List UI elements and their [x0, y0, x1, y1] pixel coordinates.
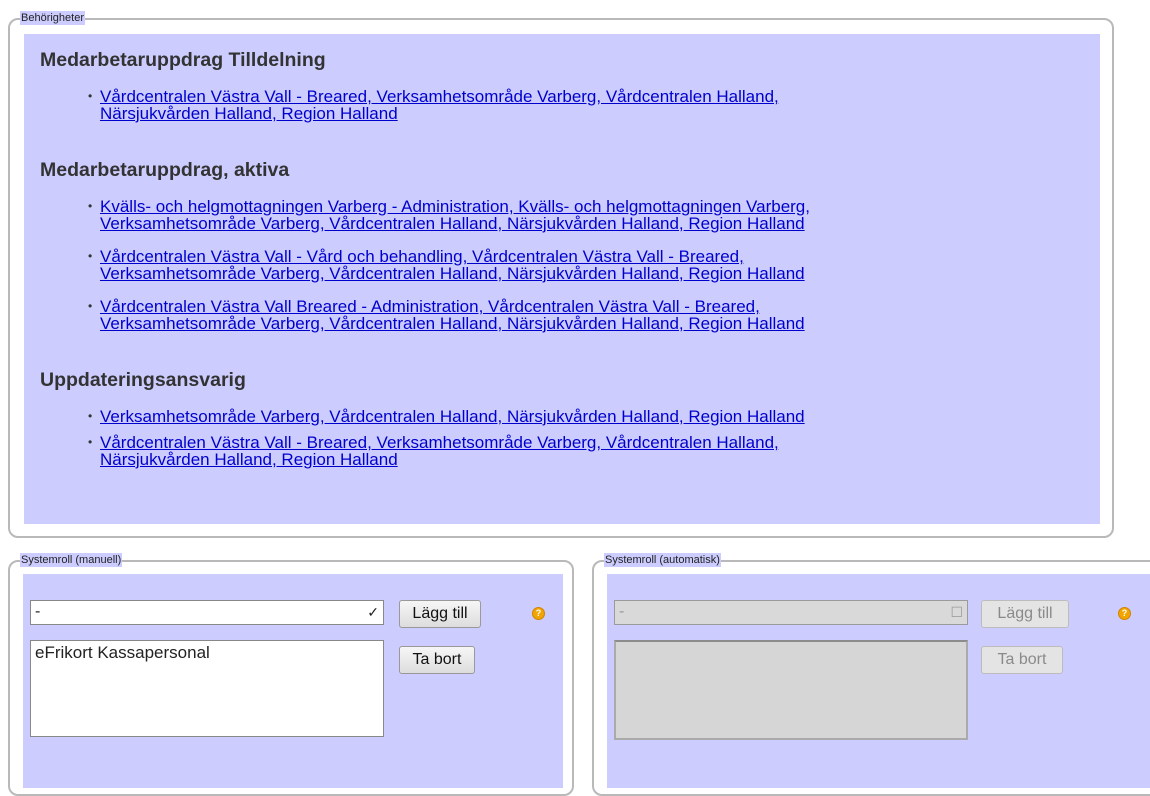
bullet-icon: • — [88, 409, 93, 423]
chevron-down-icon: ✓ — [367, 604, 379, 620]
add-role-button[interactable]: Lägg till — [399, 600, 481, 628]
list-item: • Vårdcentralen Västra Vall Breared - Ad… — [40, 298, 810, 332]
role-listbox-disabled — [614, 640, 968, 740]
bullet-icon: • — [88, 199, 93, 213]
bullet-icon: • — [88, 435, 93, 449]
auto-role-legend: Systemroll (automatisk) — [604, 553, 721, 567]
auto-role-panel: - ☐ Lägg till ? Ta bort — [607, 574, 1150, 788]
chevron-down-icon: ☐ — [950, 604, 963, 620]
manual-role-panel: - ✓ Lägg till ? eFrikort Kassapersonal T… — [23, 574, 563, 788]
unit-link[interactable]: Vårdcentralen Västra Vall - Breared, Ver… — [100, 433, 779, 469]
section-title: Medarbetaruppdrag, aktiva — [40, 159, 290, 181]
list-item: • Vårdcentralen Västra Vall - Breared, V… — [40, 88, 779, 122]
permissions-fieldset: Behörigheter Medarbetaruppdrag Tilldelni… — [8, 11, 1114, 538]
manual-role-fieldset: Systemroll (manuell) - ✓ Lägg till ? eFr… — [8, 553, 574, 796]
auto-role-fieldset: Systemroll (automatisk) - ☐ Lägg till ? … — [592, 553, 1150, 796]
role-listbox[interactable]: eFrikort Kassapersonal — [30, 640, 384, 737]
section-title: Uppdateringsansvarig — [40, 369, 246, 391]
assignment-list: • Vårdcentralen Västra Vall - Breared, V… — [40, 88, 779, 122]
help-icon[interactable]: ? — [532, 607, 545, 620]
add-role-button-disabled: Lägg till — [981, 600, 1069, 628]
role-select-disabled: - ☐ — [614, 600, 968, 625]
section-assignment: Medarbetaruppdrag Tilldelning • Vårdcent… — [40, 47, 779, 122]
permissions-legend: Behörigheter — [20, 11, 85, 25]
bullet-icon: • — [88, 89, 93, 103]
unit-link[interactable]: Kvälls- och helgmottagningen Varberg - A… — [100, 197, 810, 233]
manual-role-legend: Systemroll (manuell) — [20, 553, 123, 567]
remove-role-button[interactable]: Ta bort — [399, 646, 475, 674]
help-icon[interactable]: ? — [1118, 607, 1131, 620]
section-title: Medarbetaruppdrag Tilldelning — [40, 49, 326, 71]
section-active: Medarbetaruppdrag, aktiva • Kvälls- och … — [40, 157, 810, 332]
active-list: • Kvälls- och helgmottagningen Varberg -… — [40, 198, 810, 332]
update-list: • Verksamhetsområde Varberg, Vårdcentral… — [40, 408, 805, 468]
remove-role-button-disabled: Ta bort — [981, 646, 1063, 674]
bullet-icon: • — [88, 249, 93, 263]
unit-link[interactable]: Vårdcentralen Västra Vall Breared - Admi… — [100, 297, 805, 333]
role-select-value: - — [35, 603, 41, 620]
role-select[interactable]: - ✓ — [30, 600, 384, 625]
list-item: • Kvälls- och helgmottagningen Varberg -… — [40, 198, 810, 232]
section-update-responsible: Uppdateringsansvarig • Verksamhetsområde… — [40, 367, 805, 468]
list-item: • Vårdcentralen Västra Vall - Breared, V… — [40, 434, 805, 468]
unit-link[interactable]: Verksamhetsområde Varberg, Vårdcentralen… — [100, 407, 805, 426]
list-item: • Vårdcentralen Västra Vall - Vård och b… — [40, 248, 810, 282]
list-item: • Verksamhetsområde Varberg, Vårdcentral… — [40, 408, 805, 425]
unit-link[interactable]: Vårdcentralen Västra Vall - Breared, Ver… — [100, 87, 779, 123]
unit-link[interactable]: Vårdcentralen Västra Vall - Vård och beh… — [100, 247, 805, 283]
permissions-panel: Medarbetaruppdrag Tilldelning • Vårdcent… — [24, 34, 1100, 524]
bullet-icon: • — [88, 299, 93, 313]
list-item[interactable]: eFrikort Kassapersonal — [35, 643, 379, 663]
role-select-value: - — [619, 603, 625, 620]
